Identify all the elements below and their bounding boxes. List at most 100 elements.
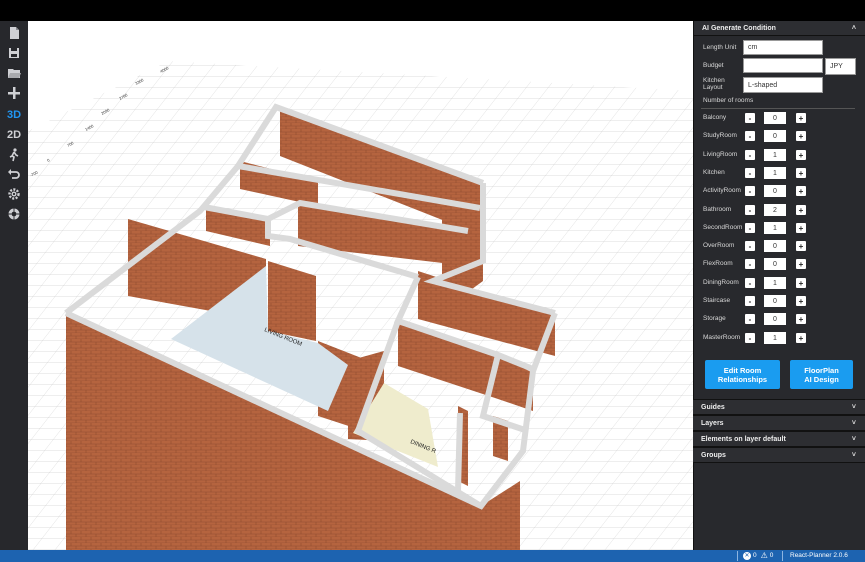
increment-button[interactable]: + <box>796 296 806 306</box>
chevron-down-icon: ˅ <box>851 403 856 411</box>
room-label: MasterRoom <box>703 334 741 341</box>
warnings-count: 0 <box>769 552 774 559</box>
settings-icon[interactable] <box>4 185 24 203</box>
room-count-input[interactable]: 0 <box>764 313 786 325</box>
view-3d-button[interactable]: 3D <box>4 106 24 124</box>
error-icon: ✕ <box>743 551 751 560</box>
room-count-input[interactable]: 0 <box>764 258 786 270</box>
chevron-down-icon: ˅ <box>851 435 856 443</box>
room-count-input[interactable]: 0 <box>764 240 786 252</box>
room-count-input[interactable]: 1 <box>764 149 786 161</box>
view-2d-button[interactable]: 2D <box>4 126 24 144</box>
room-label: StudyRoom <box>703 132 737 139</box>
decrement-button[interactable]: - <box>745 205 755 215</box>
save-icon[interactable] <box>4 44 24 62</box>
decrement-button[interactable]: - <box>745 333 755 343</box>
ai-panel-header[interactable]: AI Generate Condition ˄ <box>694 21 865 36</box>
divider <box>701 108 855 109</box>
increment-button[interactable]: + <box>796 223 806 233</box>
warning-icon: ⚠ <box>760 551 768 560</box>
increment-button[interactable]: + <box>796 131 806 141</box>
kitchen-layout-label-1: Kitchen <box>703 77 725 84</box>
chevron-up-icon: ˄ <box>851 24 856 32</box>
chevron-down-icon: ˅ <box>851 451 856 459</box>
length-unit-input[interactable]: cm <box>743 40 823 55</box>
undo-icon[interactable] <box>4 166 24 184</box>
floorplan-ai-design-button[interactable]: FloorPlan AI Design <box>790 360 853 389</box>
chevron-down-icon: ˅ <box>851 419 856 427</box>
decrement-button[interactable]: - <box>745 259 755 269</box>
increment-button[interactable]: + <box>796 113 806 123</box>
decrement-button[interactable]: - <box>745 150 755 160</box>
sidebar-accordion: Guides ˅ Layers ˅ Elements on layer defa… <box>693 399 865 463</box>
length-unit-label: Length Unit <box>703 44 737 51</box>
guides-panel-header[interactable]: Guides ˅ <box>693 399 865 415</box>
walk-icon[interactable] <box>4 146 24 164</box>
status-problems[interactable]: ✕ 0 ⚠ 0 <box>743 551 773 560</box>
design-button-line2: AI Design <box>804 374 839 384</box>
room-count-input[interactable]: 1 <box>764 167 786 179</box>
budget-label: Budget <box>703 62 724 69</box>
room-count-input[interactable]: 0 <box>764 130 786 142</box>
status-separator <box>782 551 783 561</box>
decrement-button[interactable]: - <box>745 113 755 123</box>
increment-button[interactable]: + <box>796 278 806 288</box>
3d-viewport[interactable]: LIVING ROOM DINING R 4060 3360 2780 2090… <box>28 21 693 550</box>
increment-button[interactable]: + <box>796 186 806 196</box>
edit-button-line2: Relationships <box>717 374 768 384</box>
room-label: SecondRoom <box>703 224 743 231</box>
increment-button[interactable]: + <box>796 168 806 178</box>
decrement-button[interactable]: - <box>745 223 755 233</box>
increment-button[interactable]: + <box>796 259 806 269</box>
kitchen-layout-select[interactable]: L-shaped <box>743 77 823 93</box>
room-count-input[interactable]: 0 <box>764 185 786 197</box>
decrement-button[interactable]: - <box>745 296 755 306</box>
camera-icon[interactable] <box>4 205 24 223</box>
room-label: LivingRoom <box>703 151 738 158</box>
add-icon[interactable] <box>4 84 24 102</box>
decrement-button[interactable]: - <box>745 314 755 324</box>
increment-button[interactable]: + <box>796 241 806 251</box>
edit-room-relationships-button[interactable]: Edit Room Relationships <box>705 360 780 389</box>
room-count-input[interactable]: 1 <box>764 222 786 234</box>
ai-panel-title: AI Generate Condition <box>702 24 776 32</box>
room-label: Balcony <box>703 114 727 121</box>
increment-button[interactable]: + <box>796 150 806 160</box>
room-count-input[interactable]: 0 <box>764 112 786 124</box>
decrement-button[interactable]: - <box>745 168 755 178</box>
decrement-button[interactable]: - <box>745 186 755 196</box>
room-label: DiningRoom <box>703 279 739 286</box>
room-label: ActivityRoom <box>703 187 741 194</box>
groups-label: Groups <box>701 451 726 459</box>
number-of-rooms-label: Number of rooms <box>703 97 754 104</box>
room-count-input[interactable]: 2 <box>764 204 786 216</box>
new-file-icon[interactable] <box>4 24 24 42</box>
edit-button-line1: Edit Room <box>723 365 762 375</box>
decrement-button[interactable]: - <box>745 278 755 288</box>
increment-button[interactable]: + <box>796 314 806 324</box>
guides-label: Guides <box>701 403 725 411</box>
top-black-bar <box>0 0 865 21</box>
decrement-button[interactable]: - <box>745 131 755 141</box>
status-separator <box>737 551 738 561</box>
room-count-input[interactable]: 0 <box>764 295 786 307</box>
room-label: Kitchen <box>703 169 725 176</box>
currency-select[interactable]: JPY <box>825 58 856 75</box>
status-bar: ✕ 0 ⚠ 0 React-Planner 2.0.6 <box>0 550 865 562</box>
design-button-line1: FloorPlan <box>804 365 839 375</box>
scene-canvas: LIVING ROOM DINING R 4060 3360 2780 2090… <box>28 21 693 550</box>
open-folder-icon[interactable] <box>4 64 24 82</box>
room-count-input[interactable]: 1 <box>764 332 786 344</box>
errors-count: 0 <box>753 552 757 559</box>
room-label: OverRoom <box>703 242 735 249</box>
decrement-button[interactable]: - <box>745 241 755 251</box>
budget-input[interactable] <box>743 58 823 73</box>
layers-panel-header[interactable]: Layers ˅ <box>693 415 865 431</box>
room-label: Bathroom <box>703 206 732 213</box>
elements-panel-header[interactable]: Elements on layer default ˅ <box>693 431 865 447</box>
room-count-input[interactable]: 1 <box>764 277 786 289</box>
groups-panel-header[interactable]: Groups ˅ <box>693 447 865 463</box>
kitchen-layout-label-2: Layout <box>703 84 723 91</box>
increment-button[interactable]: + <box>796 333 806 343</box>
increment-button[interactable]: + <box>796 205 806 215</box>
